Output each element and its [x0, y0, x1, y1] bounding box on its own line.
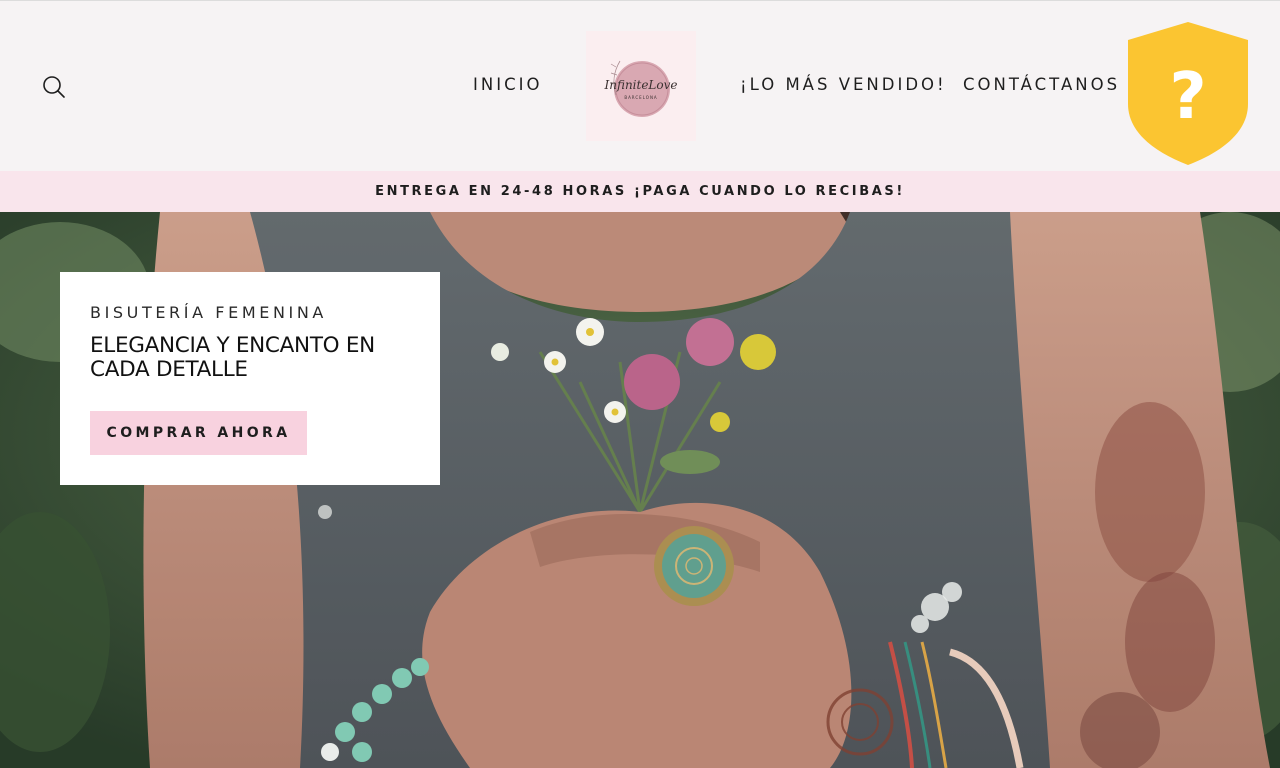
- hero-subtitle: BISUTERÍA FEMENINA: [90, 303, 327, 322]
- nav-link-mas-vendido[interactable]: ¡LO MÁS VENDIDO!: [740, 75, 947, 94]
- announcement-bar: ENTREGA EN 24-48 HORAS ¡PAGA CUANDO LO R…: [0, 171, 1280, 212]
- help-badge[interactable]: ?: [1126, 20, 1250, 166]
- hero-title: ELEGANCIA Y ENCANTO EN CADA DETALLE: [90, 333, 375, 382]
- logo-text: InfiniteLove: [603, 78, 677, 92]
- nav-link-contactanos[interactable]: CONTÁCTANOS: [963, 75, 1120, 94]
- nav-link-inicio[interactable]: INICIO: [473, 75, 542, 94]
- site-logo[interactable]: InfiniteLove BARCELONA: [586, 31, 696, 141]
- question-shield-icon: ?: [1128, 22, 1248, 165]
- search-button[interactable]: [40, 73, 68, 101]
- announcement-text: ENTREGA EN 24-48 HORAS ¡PAGA CUANDO LO R…: [375, 184, 905, 199]
- logo-subtext: BARCELONA: [624, 95, 657, 100]
- site-header: INICIO InfiniteLove BARCELONA ¡LO MÁS VE…: [0, 0, 1280, 171]
- page: INICIO InfiniteLove BARCELONA ¡LO MÁS VE…: [0, 0, 1280, 768]
- logo-image: InfiniteLove BARCELONA: [603, 60, 678, 117]
- hero-promo-card: BISUTERÍA FEMENINA ELEGANCIA Y ENCANTO E…: [60, 272, 440, 485]
- search-icon: [43, 76, 65, 98]
- shop-now-button[interactable]: COMPRAR AHORA: [90, 411, 307, 455]
- svg-text:?: ?: [1169, 60, 1206, 134]
